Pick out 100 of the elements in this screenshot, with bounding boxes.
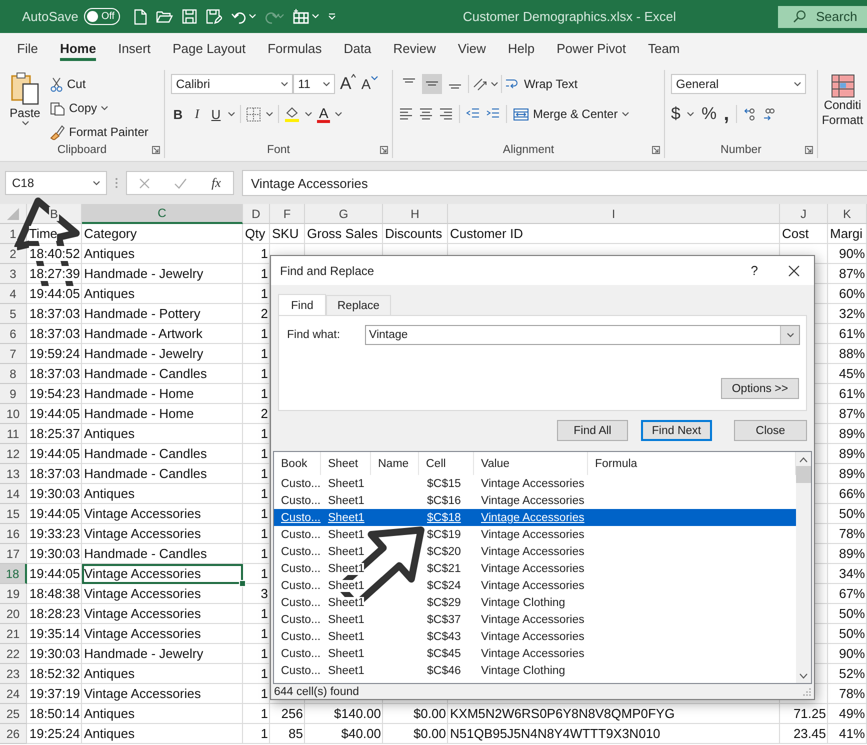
row-header[interactable]: 22 [0,644,27,664]
column-header[interactable]: Formula [595,458,638,470]
result-row[interactable]: Custo... Sheet1 $C$21 Vintage Accessories [274,560,796,577]
italic-button[interactable]: I [190,106,204,122]
decrease-indent-icon[interactable] [466,108,480,120]
dialog-button[interactable]: Find Next [641,420,712,441]
conditional-formatting-button[interactable]: Conditi Formatt [818,70,867,128]
paste-button[interactable]: Paste [6,70,44,142]
row-header[interactable]: 12 [0,444,27,464]
table-icon[interactable] [293,9,310,24]
column-header[interactable]: F [270,204,305,224]
shrink-font-button[interactable]: A [361,76,378,92]
increase-decimal-icon[interactable] [744,107,756,121]
decrease-decimal-icon[interactable] [763,107,776,121]
align-center-icon[interactable] [419,108,433,120]
autosave-toggle[interactable]: Off [84,8,120,25]
column-header[interactable]: Name [378,458,409,470]
column-header[interactable]: G [305,204,383,224]
cut-button[interactable]: Cut [50,74,148,94]
result-row[interactable]: Custo... Sheet1 $C$18 Vintage Accessories [274,509,796,526]
column-header[interactable]: Cell [426,458,446,470]
result-row[interactable]: Custo... Sheet1 $C$29 Vintage Clothing [274,594,796,611]
row-header[interactable]: 18 [0,564,27,584]
row-header[interactable]: 21 [0,624,27,644]
row-header[interactable]: 17 [0,544,27,564]
result-row[interactable]: Custo... Sheet1 $C$20 Vintage Accessories [274,543,796,560]
result-row[interactable]: Custo... Sheet1 $C$15 Vintage Accessories [274,475,796,492]
font-name-dropdown[interactable]: Calibri [171,74,293,94]
font-size-dropdown[interactable]: 11 [293,74,335,94]
grow-font-button[interactable]: A [340,74,356,94]
underline-button[interactable]: U [209,106,223,122]
column-header[interactable]: H [383,204,448,224]
dialog-button[interactable]: Close [734,420,807,441]
ribbon-tab[interactable]: Review [382,33,447,64]
ribbon-tab[interactable]: Help [496,33,546,64]
align-left-icon[interactable] [399,108,413,120]
formula-field[interactable]: Vintage Accessories [242,170,867,196]
row-header[interactable]: 19 [0,584,27,604]
folder-icon[interactable] [156,10,174,23]
row-header[interactable]: 25 [0,704,27,724]
row-header[interactable]: 11 [0,424,27,444]
column-header[interactable]: Sheet [328,458,358,470]
resize-grip-icon[interactable] [802,687,811,696]
align-right-icon[interactable] [439,108,453,120]
dialog-launcher-icon[interactable] [652,146,660,154]
check-icon[interactable] [174,178,188,188]
ribbon-tab[interactable]: Team [636,33,691,64]
column-header[interactable]: Book [281,458,308,470]
row-header[interactable]: 8 [0,364,27,384]
row-header[interactable]: 9 [0,384,27,404]
column-header[interactable]: C [82,204,243,224]
ribbon-tab[interactable]: Home [48,33,108,64]
scroll-thumb[interactable] [796,466,811,483]
number-format-dropdown[interactable]: General [671,74,806,94]
customize-icon[interactable] [328,13,336,20]
ribbon-tab[interactable]: File [6,33,49,64]
scroll-down-icon[interactable] [799,673,808,679]
merge-center-button[interactable]: Merge & Center [513,104,629,124]
help-button[interactable]: ? [750,263,758,278]
scroll-up-icon[interactable] [799,457,808,463]
row-header[interactable]: 20 [0,604,27,624]
name-box[interactable]: C18 [5,171,107,195]
result-row[interactable]: Custo... Sheet1 $C$45 Vintage Accessories [274,645,796,662]
borders-icon[interactable] [246,106,261,122]
row-header[interactable]: 24 [0,684,27,704]
wrap-text-button[interactable]: Wrap Text [505,74,578,94]
result-row[interactable]: Custo... Sheet1 $C$46 Vintage Clothing [274,662,796,679]
drag-handle-icon[interactable] [115,177,118,189]
row-header[interactable]: 16 [0,524,27,544]
close-icon[interactable] [788,264,800,276]
new-file-icon[interactable] [134,8,148,24]
result-row[interactable]: Custo... Sheet1 $C$19 Vintage Accessories [274,526,796,543]
row-header[interactable]: 7 [0,344,27,364]
ribbon-tab[interactable]: Page Layout [162,33,257,64]
row-header[interactable]: 3 [0,264,27,284]
dialog-launcher-icon[interactable] [380,146,388,154]
dialog-tab[interactable]: Replace [326,295,391,315]
ribbon-tab[interactable]: Insert [107,33,162,64]
font-color-button[interactable]: A [317,106,330,122]
row-header[interactable]: 4 [0,284,27,304]
dialog-launcher-icon[interactable] [805,146,813,154]
options-button[interactable]: Options >> [721,378,799,399]
result-row[interactable]: Custo... Sheet1 $C$16 Vintage Accessories [274,492,796,509]
middle-align-icon[interactable] [422,74,442,94]
percent-button[interactable]: % [701,104,717,124]
column-header[interactable]: I [448,204,780,224]
fill-color-icon[interactable] [284,106,300,122]
row-header[interactable]: 6 [0,324,27,344]
insert-function-button[interactable]: fx [212,175,221,191]
row-header[interactable]: 23 [0,664,27,684]
dialog-tab[interactable]: Find [278,294,326,316]
increase-indent-icon[interactable] [486,108,500,120]
row-header[interactable]: 14 [0,484,27,504]
currency-button[interactable]: $ [671,104,680,124]
save-icon[interactable] [182,9,198,24]
row-header[interactable]: 13 [0,464,27,484]
find-what-field[interactable]: Vintage [365,325,800,345]
scrollbar[interactable] [796,452,811,683]
result-row[interactable]: Custo... Sheet1 $C$37 Vintage Accessories [274,611,796,628]
column-header[interactable]: Value [481,458,510,470]
